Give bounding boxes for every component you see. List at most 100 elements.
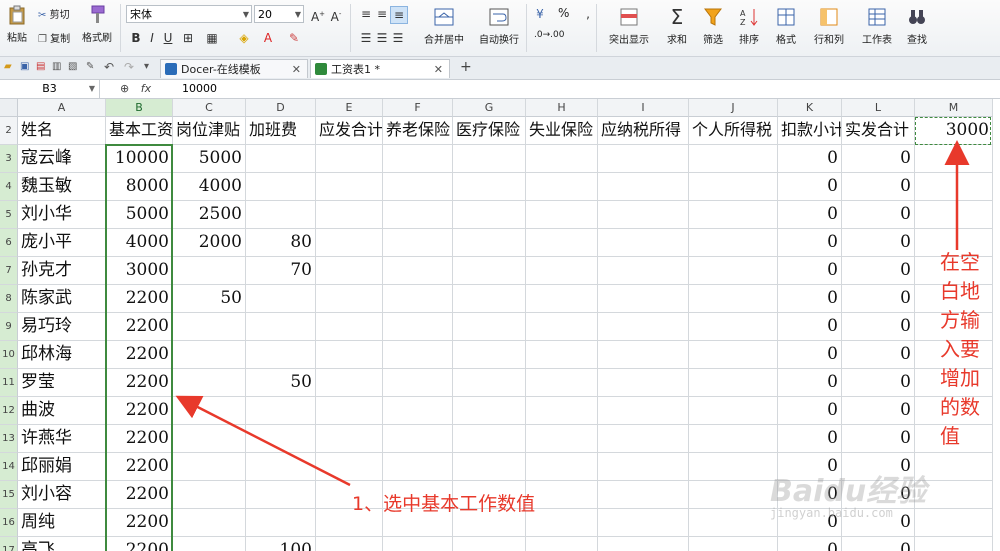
italic-icon[interactable]: I: [144, 30, 160, 46]
table-cell[interactable]: 2500: [173, 201, 246, 229]
row-header[interactable]: 11: [0, 369, 18, 397]
column-header-i[interactable]: I: [598, 99, 689, 117]
bold-icon[interactable]: B: [128, 30, 144, 46]
save-icon[interactable]: ▣: [20, 61, 29, 72]
table-cell[interactable]: [689, 201, 778, 229]
table-cell[interactable]: [246, 425, 316, 453]
table-cell[interactable]: [689, 145, 778, 173]
row-col-button[interactable]: 行和列: [806, 6, 852, 46]
row-header[interactable]: 10: [0, 341, 18, 369]
table-cell[interactable]: [598, 257, 689, 285]
font-name-select[interactable]: 宋体 ▼: [126, 5, 252, 23]
table-cell[interactable]: [453, 537, 526, 551]
table-cell[interactable]: [173, 313, 246, 341]
table-cell[interactable]: [383, 145, 453, 173]
format-painter-small-icon[interactable]: ✎: [86, 61, 94, 72]
table-cell[interactable]: [689, 369, 778, 397]
table-cell[interactable]: [915, 145, 993, 173]
table-cell[interactable]: [316, 257, 383, 285]
table-cell[interactable]: 0: [842, 229, 915, 257]
table-cell[interactable]: [453, 145, 526, 173]
table-cell[interactable]: 刘小华: [18, 201, 106, 229]
increase-decimal-icon[interactable]: .0→.00: [534, 30, 564, 40]
row-header[interactable]: 8: [0, 285, 18, 313]
table-cell[interactable]: [526, 341, 598, 369]
row-header[interactable]: 4: [0, 173, 18, 201]
align-top-icon[interactable]: ≡: [358, 6, 374, 22]
table-cell[interactable]: [689, 257, 778, 285]
table-cell[interactable]: 庞小平: [18, 229, 106, 257]
table-cell[interactable]: 0: [778, 425, 842, 453]
chevron-down-icon[interactable]: ▼: [89, 80, 95, 98]
header-cell[interactable]: 扣款小计: [778, 117, 842, 145]
table-cell[interactable]: [316, 453, 383, 481]
table-cell[interactable]: 0: [778, 229, 842, 257]
table-cell[interactable]: 2200: [106, 369, 173, 397]
table-cell[interactable]: [915, 509, 993, 537]
table-cell[interactable]: [383, 453, 453, 481]
align-left-icon[interactable]: ☰: [358, 30, 374, 46]
name-box[interactable]: B3 ▼: [0, 80, 100, 98]
table-cell[interactable]: [316, 313, 383, 341]
table-cell[interactable]: [598, 481, 689, 509]
table-cell[interactable]: 罗莹: [18, 369, 106, 397]
table-cell[interactable]: [173, 397, 246, 425]
column-header-l[interactable]: L: [842, 99, 915, 117]
table-cell[interactable]: [915, 453, 993, 481]
table-cell[interactable]: [915, 201, 993, 229]
header-cell[interactable]: 应纳税所得: [598, 117, 689, 145]
table-cell[interactable]: [453, 397, 526, 425]
table-cell[interactable]: [598, 397, 689, 425]
auto-wrap-button[interactable]: 自动换行: [474, 6, 524, 46]
table-cell[interactable]: [316, 369, 383, 397]
table-cell[interactable]: 0: [778, 201, 842, 229]
table-cell[interactable]: [383, 537, 453, 551]
table-cell[interactable]: 0: [842, 369, 915, 397]
column-header-g[interactable]: G: [453, 99, 526, 117]
table-cell[interactable]: [246, 313, 316, 341]
table-cell[interactable]: [526, 397, 598, 425]
table-cell[interactable]: [453, 229, 526, 257]
table-cell[interactable]: [383, 173, 453, 201]
table-cell[interactable]: 2200: [106, 341, 173, 369]
table-cell[interactable]: [246, 145, 316, 173]
table-cell[interactable]: 曲波: [18, 397, 106, 425]
table-cell[interactable]: [689, 425, 778, 453]
table-cell[interactable]: [526, 229, 598, 257]
table-cell[interactable]: [526, 285, 598, 313]
table-cell[interactable]: [915, 537, 993, 551]
row-header[interactable]: 14: [0, 453, 18, 481]
table-cell[interactable]: 2200: [106, 285, 173, 313]
formula-input[interactable]: 10000: [182, 80, 217, 98]
conditional-format-button[interactable]: 突出显示: [600, 6, 658, 46]
column-header-a[interactable]: A: [18, 99, 106, 117]
cut-button[interactable]: ✂ 剪切: [38, 6, 70, 22]
decrease-font-icon[interactable]: A-: [328, 6, 344, 24]
tab-docer-templates[interactable]: Docer-在线模板 ✕: [160, 59, 308, 78]
table-cell[interactable]: [526, 425, 598, 453]
table-cell[interactable]: [689, 341, 778, 369]
table-cell[interactable]: 0: [778, 369, 842, 397]
table-cell[interactable]: [316, 285, 383, 313]
increase-font-icon[interactable]: A+: [310, 6, 326, 24]
open-folder-icon[interactable]: ▰: [4, 61, 12, 72]
table-cell[interactable]: [316, 201, 383, 229]
table-cell[interactable]: [173, 453, 246, 481]
filter-button[interactable]: 筛选: [696, 6, 730, 46]
header-cell[interactable]: 个人所得税: [689, 117, 778, 145]
table-cell[interactable]: 2200: [106, 481, 173, 509]
table-cell[interactable]: [526, 173, 598, 201]
column-header-b[interactable]: B: [106, 99, 173, 117]
table-cell[interactable]: 魏玉敏: [18, 173, 106, 201]
table-cell[interactable]: [383, 285, 453, 313]
table-cell[interactable]: 0: [778, 341, 842, 369]
table-cell[interactable]: 0: [778, 257, 842, 285]
header-cell[interactable]: 岗位津贴: [173, 117, 246, 145]
table-cell[interactable]: [453, 173, 526, 201]
header-cell[interactable]: 养老保险: [383, 117, 453, 145]
tab-workbook[interactable]: 工资表1 * ✕: [310, 59, 450, 78]
fill-color-icon[interactable]: ◈: [236, 30, 252, 46]
thousands-icon[interactable]: ,: [580, 6, 596, 22]
table-cell[interactable]: 4000: [173, 173, 246, 201]
table-cell[interactable]: [173, 341, 246, 369]
